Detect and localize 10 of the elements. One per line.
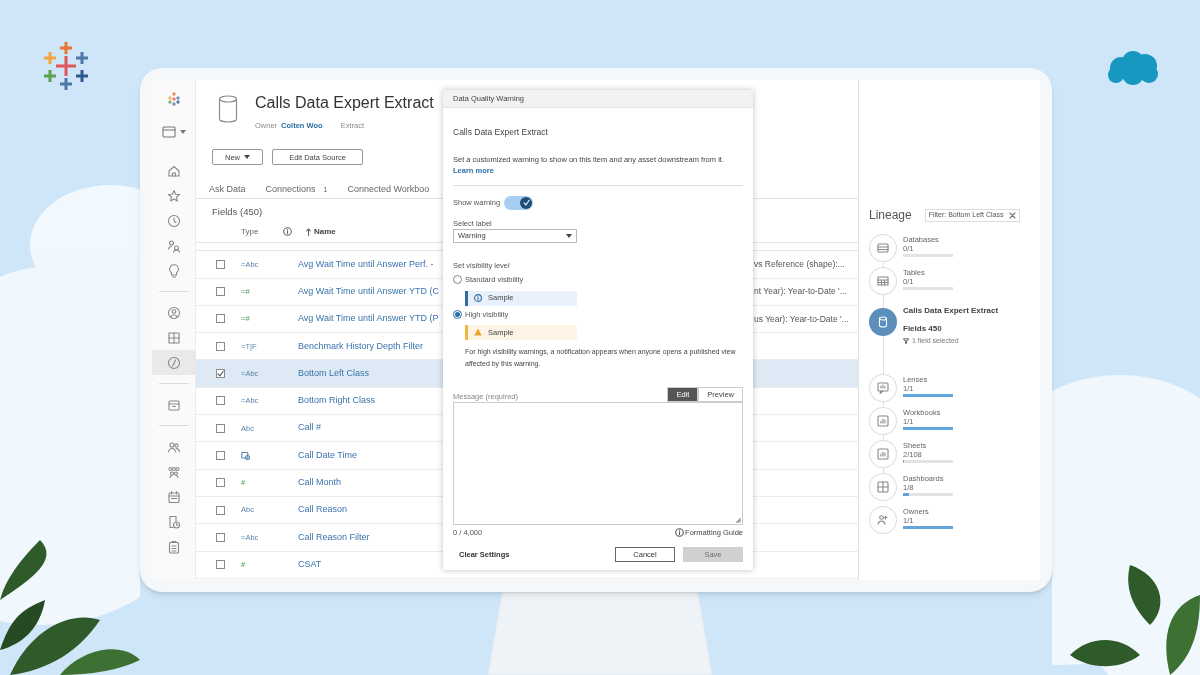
fields-count: Fields 450 <box>903 323 943 335</box>
field-description: vs Reference (shape):... <box>754 258 845 271</box>
field-description: us Year): Year-to-Date '... <box>754 312 849 326</box>
column-header: Type <box>241 225 260 238</box>
dialog-heading: Calls Data Expert Extract <box>453 126 549 139</box>
page-title: Calls Data Expert Extract <box>255 93 434 113</box>
panel-title: Lineage <box>869 207 912 224</box>
field-description: nt Year): Year-to-Date '... <box>754 285 847 299</box>
section-title: Fields (450) <box>211 206 264 219</box>
node-title: Calls Data Expert Extract <box>903 305 999 317</box>
